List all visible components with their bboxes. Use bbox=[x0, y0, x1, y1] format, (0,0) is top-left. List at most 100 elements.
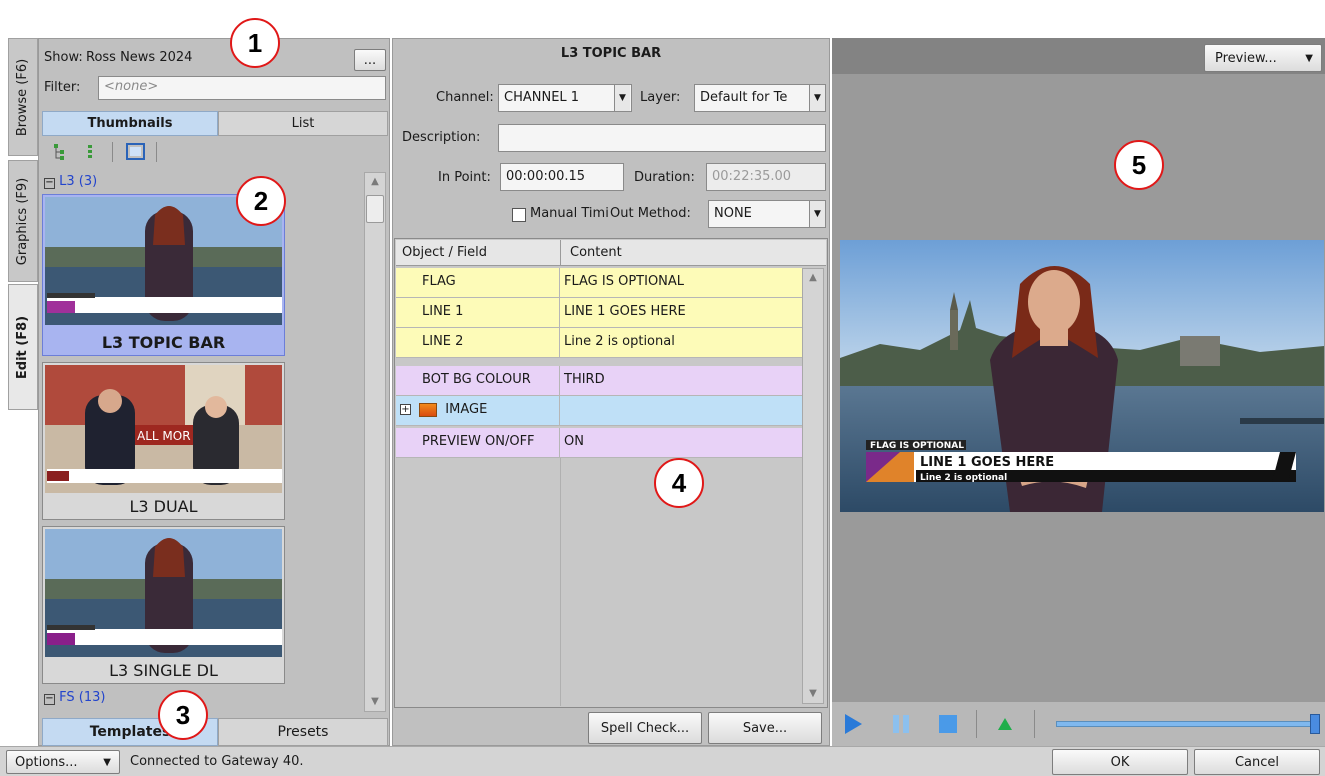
view-tab-thumbnails-label: Thumbnails bbox=[87, 116, 173, 131]
transport-separator bbox=[976, 710, 977, 738]
grid-row-flag[interactable]: FLAG FLAG IS OPTIONAL bbox=[396, 268, 802, 298]
show-label: Show: bbox=[44, 50, 83, 65]
thumb-caption: L3 SINGLE DL bbox=[109, 661, 218, 680]
thumbnail-image bbox=[45, 529, 282, 657]
timeline-slider[interactable] bbox=[1056, 714, 1322, 734]
out-method-dropdown-arrow[interactable]: ▼ bbox=[809, 201, 825, 227]
field-content[interactable]: Line 2 is optional bbox=[562, 328, 802, 357]
field-name: LINE 1 bbox=[396, 298, 560, 327]
grid-row-line2[interactable]: LINE 2 Line 2 is optional bbox=[396, 328, 802, 358]
show-browse-button[interactable]: ... bbox=[354, 49, 386, 71]
thumbnail-image: ALL MOR bbox=[45, 365, 282, 493]
play-icon[interactable] bbox=[842, 712, 864, 736]
group-l3-header[interactable]: − L3 (3) bbox=[44, 174, 97, 189]
manual-timing-checkbox[interactable] bbox=[512, 208, 526, 222]
tab-presets-label: Presets bbox=[277, 724, 329, 740]
channel-value: CHANNEL 1 bbox=[504, 90, 580, 105]
slider-handle[interactable] bbox=[1310, 714, 1320, 734]
field-name: LINE 2 bbox=[396, 328, 560, 357]
grid-view-icon[interactable] bbox=[82, 142, 104, 162]
manual-timing-label: Manual Timing bbox=[530, 206, 608, 221]
grid-scrollbar[interactable]: ▲ ▼ bbox=[802, 268, 824, 704]
duration-value: 00:22:35.00 bbox=[712, 169, 792, 184]
options-button[interactable]: Options... ▼ bbox=[6, 750, 120, 774]
tab-presets[interactable]: Presets bbox=[218, 718, 388, 746]
grid-row-image[interactable]: + IMAGE bbox=[396, 396, 802, 426]
layer-value: Default for Te bbox=[700, 90, 788, 105]
thumb-caption: L3 DUAL bbox=[129, 497, 198, 516]
tab-browse[interactable]: Browse (F6) bbox=[8, 38, 38, 156]
field-content[interactable]: LINE 1 GOES HERE bbox=[562, 298, 802, 327]
collapse-icon: − bbox=[44, 177, 55, 189]
toolbar-separator bbox=[112, 142, 113, 162]
preview-dropdown[interactable]: Preview... ▼ bbox=[1204, 44, 1322, 72]
callout-1: 1 bbox=[230, 18, 280, 68]
transport-separator-2 bbox=[1034, 710, 1035, 738]
tree-view-icon[interactable] bbox=[50, 142, 72, 162]
preview-image: FLAG IS OPTIONAL LINE 1 GOES HERE Line 2… bbox=[840, 240, 1324, 512]
filter-input[interactable]: <none> bbox=[98, 76, 386, 100]
view-tab-list[interactable]: List bbox=[218, 111, 388, 136]
field-name: FLAG bbox=[396, 268, 560, 297]
grid-row-line1[interactable]: LINE 1 LINE 1 GOES HERE bbox=[396, 298, 802, 328]
view-tab-thumbnails[interactable]: Thumbnails bbox=[42, 111, 218, 136]
in-point-input[interactable]: 00:00:00.15 bbox=[500, 163, 624, 191]
stop-icon[interactable] bbox=[936, 712, 960, 736]
pause-icon[interactable] bbox=[890, 712, 912, 736]
field-name: BOT BG COLOUR bbox=[396, 366, 560, 395]
duration-label: Duration: bbox=[634, 170, 695, 185]
group-l3-label: L3 (3) bbox=[59, 174, 98, 189]
field-content[interactable]: THIRD bbox=[562, 366, 802, 395]
scroll-down-arrow[interactable]: ▼ bbox=[803, 685, 823, 703]
callout-2: 2 bbox=[236, 176, 286, 226]
grid-header: Object / Field Content bbox=[396, 240, 826, 266]
spell-check-button[interactable]: Spell Check... bbox=[588, 712, 702, 744]
in-point-label: In Point: bbox=[438, 170, 491, 185]
layer-select[interactable]: Default for Te bbox=[694, 84, 826, 112]
tab-graphics[interactable]: Graphics (F9) bbox=[8, 160, 38, 282]
grid-row-preview-on-off[interactable]: PREVIEW ON/OFF ON bbox=[396, 428, 802, 458]
scroll-up-arrow[interactable]: ▲ bbox=[803, 269, 823, 287]
scroll-up-arrow[interactable]: ▲ bbox=[365, 173, 385, 191]
channel-label: Channel: bbox=[436, 90, 494, 105]
in-point-value: 00:00:00.15 bbox=[506, 169, 586, 184]
tab-edit[interactable]: Edit (F8) bbox=[8, 284, 38, 410]
group-fs-header[interactable]: − FS (13) bbox=[44, 690, 105, 705]
filter-placeholder: <none> bbox=[104, 79, 159, 94]
channel-select[interactable]: CHANNEL 1 bbox=[498, 84, 632, 112]
callout-3: 3 bbox=[158, 690, 208, 740]
scroll-thumb[interactable] bbox=[366, 195, 384, 223]
channel-dropdown-arrow[interactable]: ▼ bbox=[614, 85, 630, 111]
take-icon[interactable] bbox=[994, 714, 1016, 734]
image-icon bbox=[419, 402, 438, 417]
collapse-icon: − bbox=[44, 693, 55, 705]
field-content[interactable] bbox=[562, 396, 802, 425]
layer-dropdown-arrow[interactable]: ▼ bbox=[809, 85, 825, 111]
preview-dropdown-label: Preview... bbox=[1215, 50, 1277, 66]
grid-row-bot-bg-colour[interactable]: BOT BG COLOUR THIRD bbox=[396, 366, 802, 396]
svg-text:FLAG IS OPTIONAL: FLAG IS OPTIONAL bbox=[870, 441, 964, 451]
field-content[interactable]: ON bbox=[562, 428, 802, 457]
scroll-down-arrow[interactable]: ▼ bbox=[365, 693, 385, 711]
chevron-down-icon: ▼ bbox=[1305, 52, 1313, 64]
svg-text:Line 2 is optional: Line 2 is optional bbox=[920, 473, 1007, 483]
template-thumb-dual[interactable]: ALL MOR L3 DUAL bbox=[42, 362, 285, 520]
field-content[interactable]: FLAG IS OPTIONAL bbox=[562, 268, 802, 297]
editor-title: L3 TOPIC BAR bbox=[560, 46, 662, 61]
cancel-button[interactable]: Cancel bbox=[1194, 749, 1320, 775]
field-name: PREVIEW ON/OFF bbox=[396, 428, 560, 457]
thumbnail-scrollbar[interactable]: ▲ ▼ bbox=[364, 172, 386, 712]
expand-icon[interactable]: + bbox=[400, 404, 411, 415]
field-name-cell: + IMAGE bbox=[396, 396, 560, 425]
column-header-field[interactable]: Object / Field bbox=[402, 245, 487, 260]
filter-label: Filter: bbox=[44, 80, 81, 95]
ok-button[interactable]: OK bbox=[1052, 749, 1188, 775]
layer-label: Layer: bbox=[640, 90, 681, 105]
description-input[interactable] bbox=[498, 124, 826, 152]
template-thumb-single-dl[interactable]: L3 SINGLE DL bbox=[42, 526, 285, 684]
column-header-content[interactable]: Content bbox=[570, 245, 622, 260]
fit-view-icon[interactable] bbox=[124, 142, 148, 162]
save-button[interactable]: Save... bbox=[708, 712, 822, 744]
out-method-label: Out Method: bbox=[610, 206, 691, 221]
description-label: Description: bbox=[402, 130, 481, 145]
